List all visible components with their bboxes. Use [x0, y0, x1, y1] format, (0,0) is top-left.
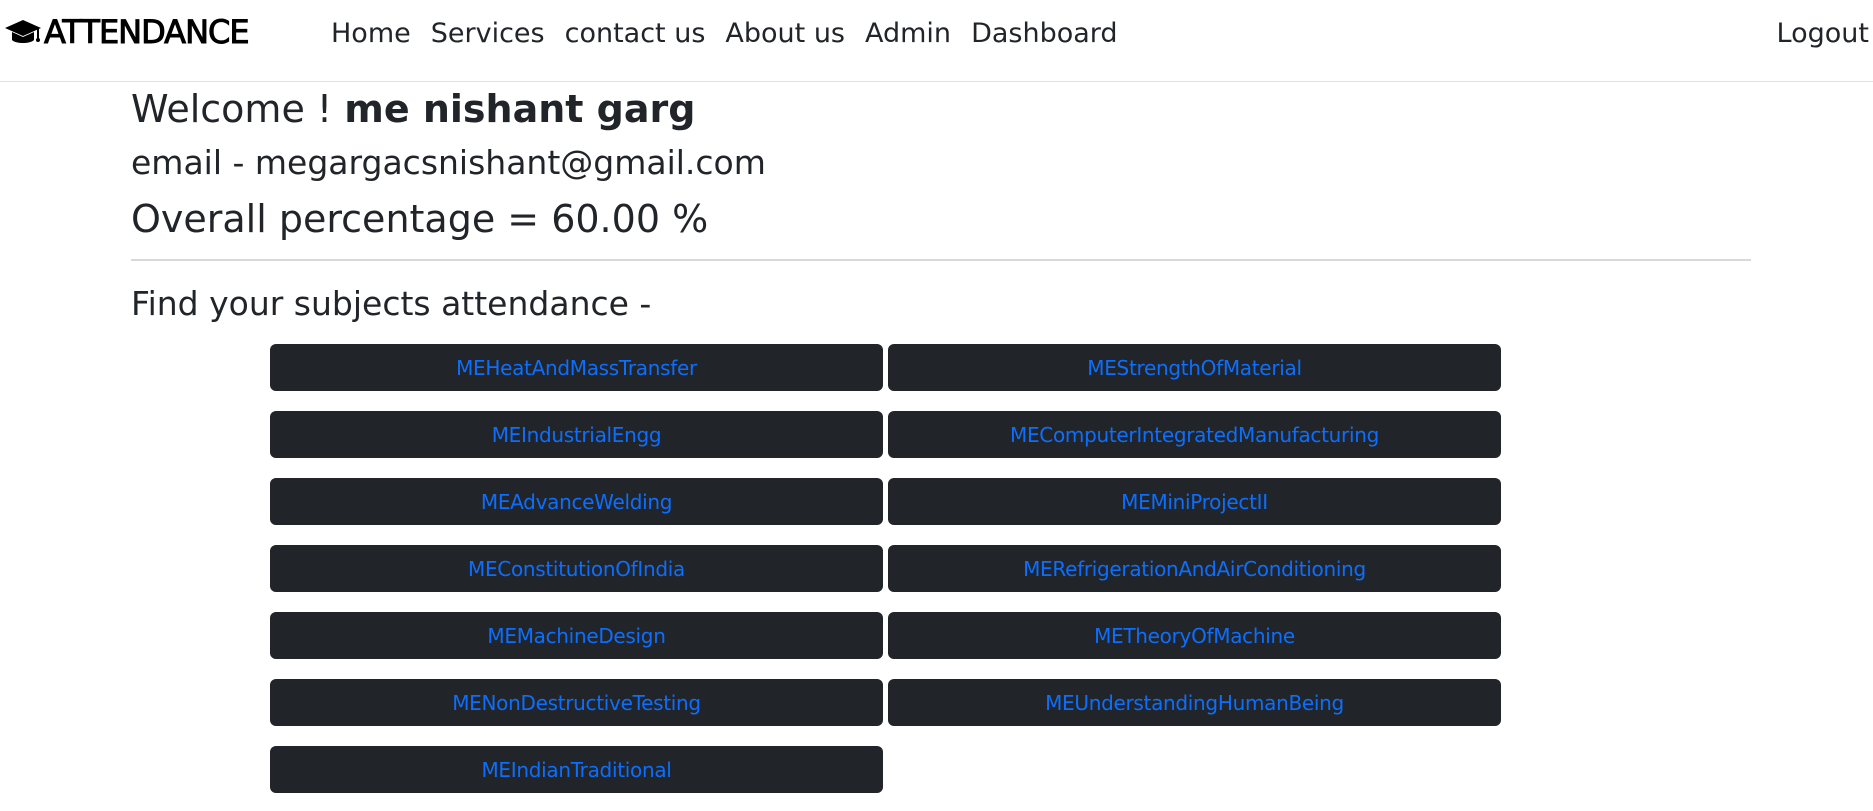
overall-percentage: Overall percentage = 60.00 %: [131, 197, 709, 241]
subject-link[interactable]: MEComputerIntegratedManufacturing: [1010, 423, 1379, 447]
nav-link-admin[interactable]: Admin: [855, 14, 961, 54]
subject-button[interactable]: MEIndianTraditional: [270, 746, 883, 793]
subject-button[interactable]: MEStrengthOfMaterial: [888, 344, 1501, 391]
subject-link[interactable]: MEIndianTraditional: [481, 758, 671, 782]
subject-button[interactable]: MEAdvanceWelding: [270, 478, 883, 525]
subject-button[interactable]: MEIndustrialEngg: [270, 411, 883, 458]
subject-link[interactable]: MEUnderstandingHumanBeing: [1045, 691, 1344, 715]
subject-link[interactable]: MEConstitutionOfIndia: [468, 557, 685, 581]
subjects-grid: MEHeatAndMassTransfer MEStrengthOfMateri…: [270, 344, 1501, 793]
subject-link[interactable]: MEMachineDesign: [487, 624, 665, 648]
nav-link-contact-us[interactable]: contact us: [555, 14, 716, 54]
welcome-heading: Welcome ! me nishant garg: [131, 84, 695, 134]
welcome-prefix: Welcome !: [131, 87, 345, 131]
subject-button[interactable]: MEComputerIntegratedManufacturing: [888, 411, 1501, 458]
subject-button[interactable]: MERefrigerationAndAirConditioning: [888, 545, 1501, 592]
subject-button[interactable]: MEConstitutionOfIndia: [270, 545, 883, 592]
brand-name: ATTENDANCE: [44, 13, 251, 52]
subject-link[interactable]: MEAdvanceWelding: [481, 490, 673, 514]
brand-logo[interactable]: ATTENDANCE: [4, 12, 251, 52]
nav-link-dashboard[interactable]: Dashboard: [961, 14, 1127, 54]
divider: [131, 259, 1751, 261]
subject-button[interactable]: MEUnderstandingHumanBeing: [888, 679, 1501, 726]
subjects-heading: Find your subjects attendance -: [131, 284, 652, 323]
subject-button[interactable]: MEMachineDesign: [270, 612, 883, 659]
subject-button[interactable]: MENonDestructiveTesting: [270, 679, 883, 726]
subject-link[interactable]: MEIndustrialEngg: [492, 423, 662, 447]
logout-link[interactable]: Logout: [1777, 14, 1869, 54]
subject-button[interactable]: METheoryOfMachine: [888, 612, 1501, 659]
subject-button[interactable]: MEMiniProjectII: [888, 478, 1501, 525]
subject-link[interactable]: MENonDestructiveTesting: [452, 691, 701, 715]
nav-link-services[interactable]: Services: [421, 14, 555, 54]
subject-button[interactable]: MEHeatAndMassTransfer: [270, 344, 883, 391]
graduation-cap-icon: [5, 20, 41, 43]
subject-link[interactable]: METheoryOfMachine: [1094, 624, 1295, 648]
nav-link-about-us[interactable]: About us: [715, 14, 855, 54]
subject-link[interactable]: MEHeatAndMassTransfer: [456, 356, 697, 380]
user-email: email - megargacsnishant@gmail.com: [131, 143, 766, 182]
nav-links: Home Services contact us About us Admin …: [320, 14, 1128, 54]
navbar: ATTENDANCE Home Services contact us Abou…: [0, 0, 1873, 82]
user-name: me nishant garg: [344, 87, 696, 131]
subject-link[interactable]: MERefrigerationAndAirConditioning: [1023, 557, 1366, 581]
subject-link[interactable]: MEStrengthOfMaterial: [1087, 356, 1302, 380]
nav-link-home[interactable]: Home: [320, 14, 421, 54]
subject-link[interactable]: MEMiniProjectII: [1121, 490, 1268, 514]
